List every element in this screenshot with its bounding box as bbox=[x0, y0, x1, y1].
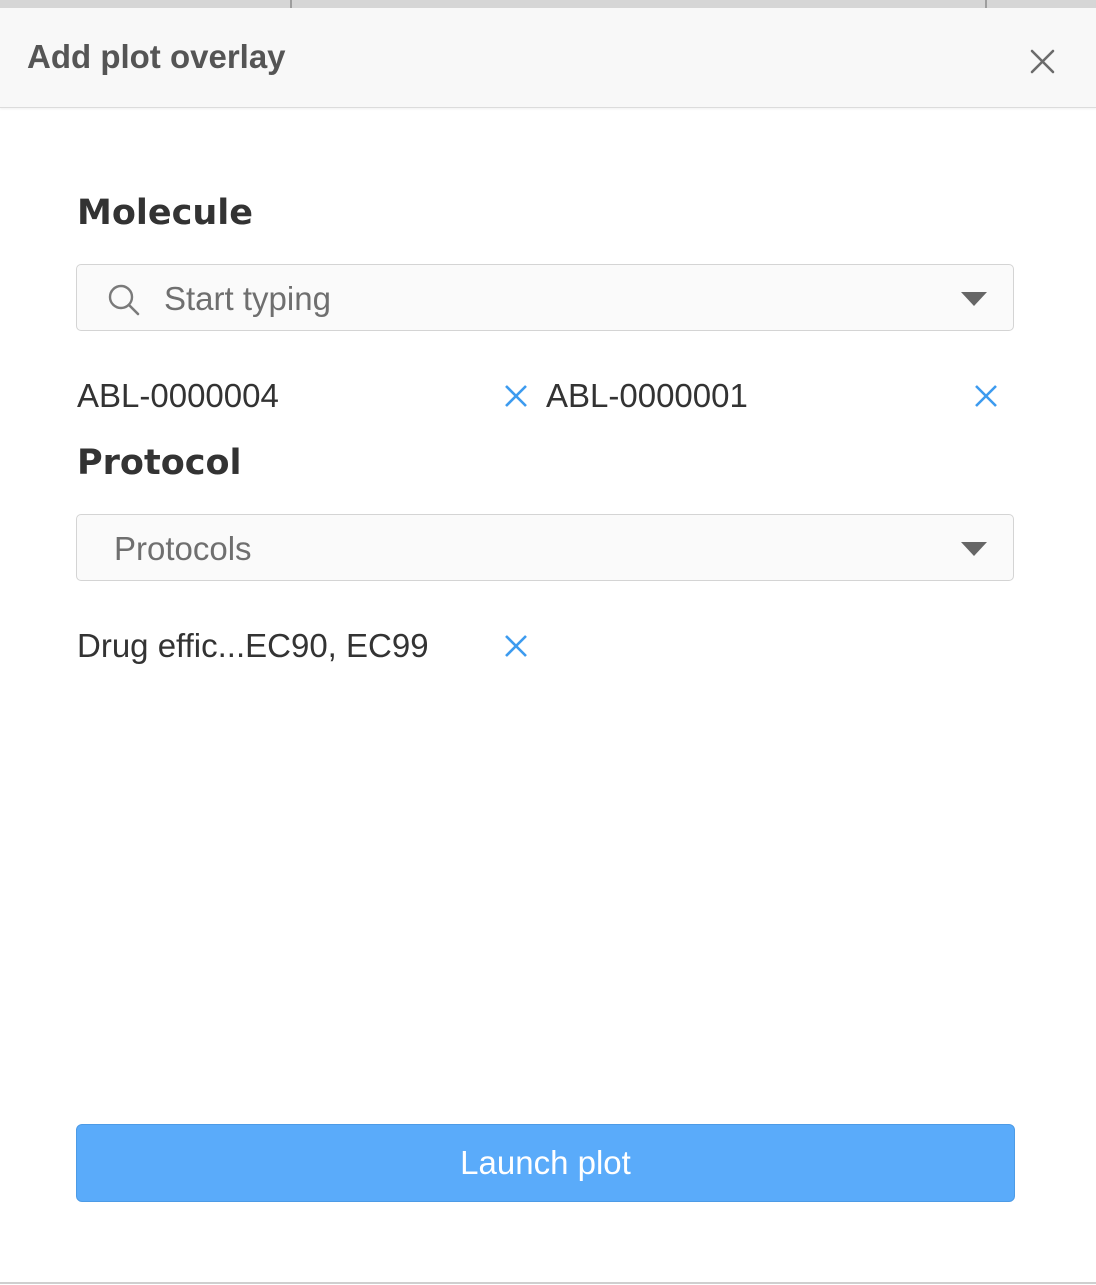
protocol-select[interactable]: Protocols bbox=[76, 514, 1014, 581]
launch-plot-label: Launch plot bbox=[460, 1144, 631, 1181]
selected-molecule-label: ABL-0000004 bbox=[77, 377, 279, 414]
search-icon bbox=[108, 284, 140, 316]
molecule-search-placeholder: Start typing bbox=[164, 280, 331, 317]
strip-divider bbox=[290, 0, 292, 8]
dialog-bottom-border bbox=[0, 1282, 1096, 1284]
remove-molecule-button[interactable] bbox=[973, 383, 999, 409]
caret-down-icon[interactable] bbox=[961, 292, 987, 306]
launch-plot-button[interactable]: Launch plot bbox=[76, 1124, 1015, 1202]
strip-divider bbox=[985, 0, 987, 8]
protocol-select-placeholder: Protocols bbox=[114, 530, 252, 567]
dialog-header: Add plot overlay bbox=[0, 8, 1096, 108]
remove-protocol-button[interactable] bbox=[503, 633, 529, 659]
background-window-strip bbox=[0, 0, 1096, 8]
remove-molecule-button[interactable] bbox=[503, 383, 529, 409]
remove-icon bbox=[505, 385, 527, 407]
selected-molecule-label: ABL-0000001 bbox=[546, 377, 748, 414]
close-button[interactable] bbox=[1022, 42, 1062, 82]
close-icon bbox=[1030, 49, 1055, 74]
selected-protocol-label: Drug effic...EC90, EC99 bbox=[77, 627, 429, 664]
molecule-label: Molecule bbox=[77, 193, 254, 233]
plot-overlay-dialog: Add plot overlay Molecule Start typing A… bbox=[0, 0, 1096, 1285]
caret-down-icon[interactable] bbox=[961, 542, 987, 556]
molecule-search-select[interactable]: Start typing bbox=[76, 264, 1014, 331]
protocol-label: Protocol bbox=[77, 443, 242, 483]
remove-icon bbox=[505, 635, 527, 657]
dialog-title: Add plot overlay bbox=[27, 38, 286, 75]
remove-icon bbox=[975, 385, 997, 407]
